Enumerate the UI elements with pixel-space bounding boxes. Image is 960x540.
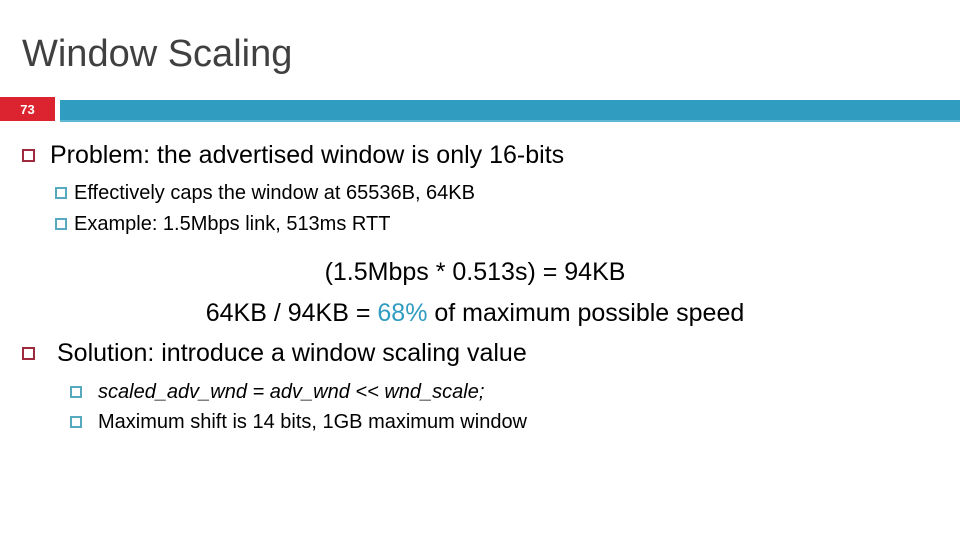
bullet-solution-label: Solution: introduce a window scaling val… (57, 339, 527, 367)
bullet-example-label: Example: 1.5Mbps link, 513ms RTT (74, 213, 391, 235)
bullet-maximum-shift: Maximum shift is 14 bits, 1GB maximum wi… (70, 408, 527, 436)
calculation-line-2-label: 64KB / 94KB = 68% of maximum possible sp… (0, 293, 960, 334)
calc2-suffix: of maximum possible speed (427, 299, 745, 327)
calc2-highlight-percentage: 68% (377, 299, 428, 327)
calc2-prefix: 64KB / 94KB = (205, 299, 378, 327)
bullet-example: Example: 1.5Mbps link, 513ms RTT (55, 210, 390, 238)
square-bullet-icon (55, 218, 67, 230)
bullet-maximum-shift-label: Maximum shift is 14 bits, 1GB maximum wi… (98, 411, 528, 433)
accent-bar-underline (60, 120, 960, 122)
calculation-line-1: (1.5Mbps * 0.513s) = 94KB (0, 252, 960, 293)
page-title: Window Scaling (22, 33, 293, 75)
bullet-effectively-caps-label: Effectively caps the window at 65536B, 6… (74, 182, 475, 204)
calculation-line-2: 64KB / 94KB = 68% of maximum possible sp… (0, 293, 960, 334)
square-bullet-icon (70, 416, 82, 428)
bullet-scaled-adv-wnd-label: scaled_adv_wnd = adv_wnd << wnd_scale; (98, 381, 485, 403)
square-bullet-icon (22, 149, 35, 162)
header-rule: 73 (0, 96, 960, 122)
slide-number-badge: 73 (0, 97, 55, 121)
square-bullet-icon (22, 347, 35, 360)
bullet-effectively-caps: Effectively caps the window at 65536B, 6… (55, 179, 475, 207)
calculation-line-1-label: (1.5Mbps * 0.513s) = 94KB (324, 258, 626, 286)
presentation-slide: Window Scaling 73 Problem: the advertise… (0, 0, 960, 540)
square-bullet-icon (55, 187, 67, 199)
bullet-problem: Problem: the advertised window is only 1… (0, 138, 564, 172)
bullet-scaled-adv-wnd: scaled_adv_wnd = adv_wnd << wnd_scale; (70, 378, 484, 406)
bullet-problem-label: Problem: the advertised window is only 1… (50, 141, 565, 169)
square-bullet-icon (70, 386, 82, 398)
bullet-solution: Solution: introduce a window scaling val… (0, 336, 527, 370)
accent-bar (60, 100, 960, 120)
slide-body: Problem: the advertised window is only 1… (0, 130, 960, 540)
